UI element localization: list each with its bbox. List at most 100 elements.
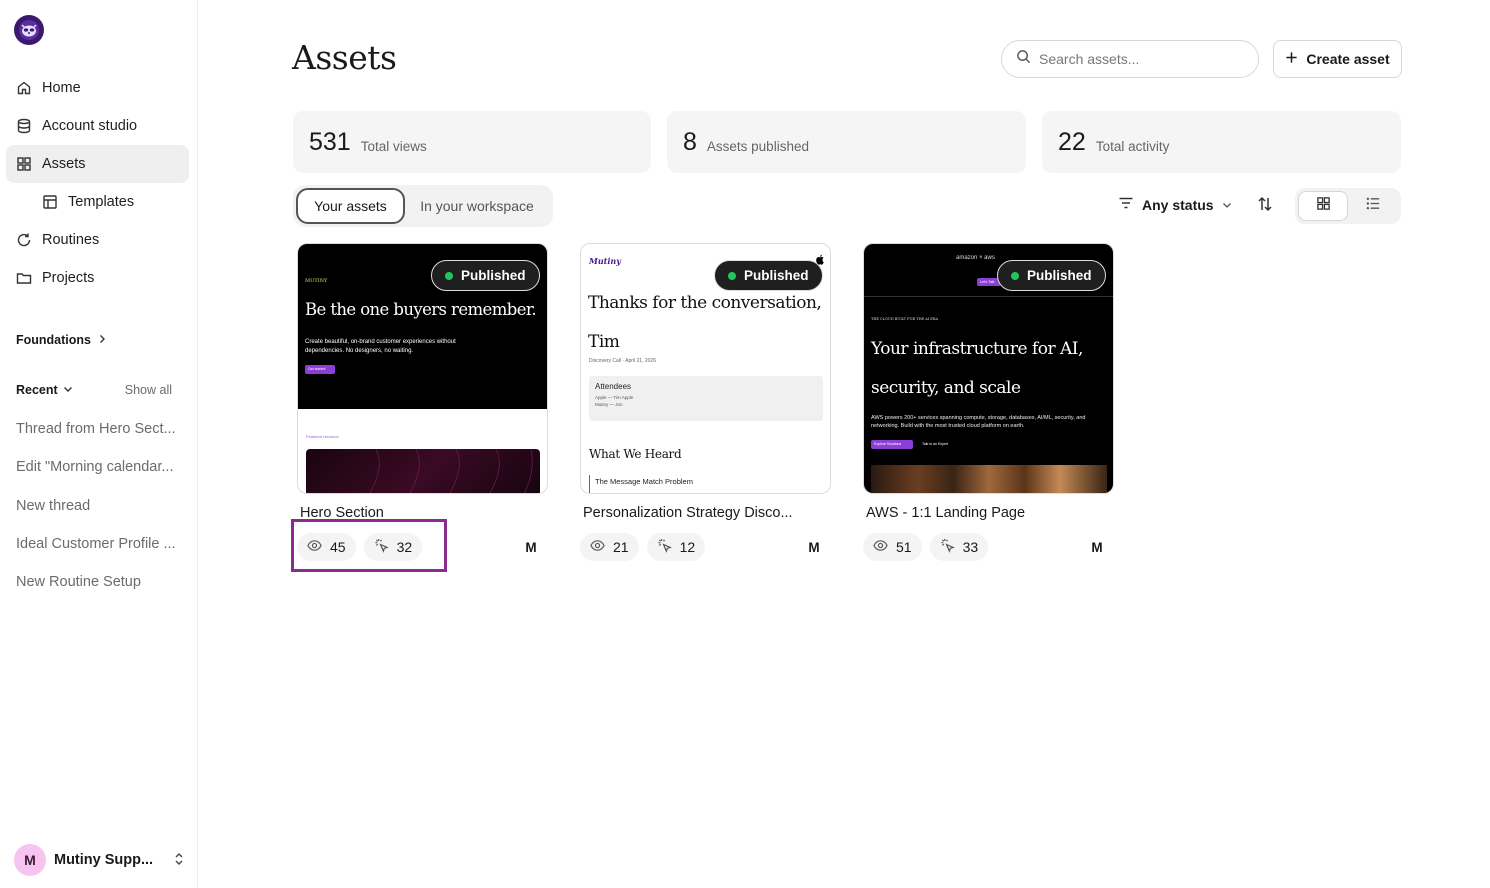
attendee-line: Mutiny — Jon xyxy=(595,402,623,407)
page-title: Assets xyxy=(292,38,397,77)
thumbnail-brand: MUTINY xyxy=(305,278,328,284)
grid-icon xyxy=(1316,196,1331,216)
asset-title[interactable]: AWS - 1:1 Landing Page xyxy=(863,505,1113,521)
asset-title[interactable]: Hero Section xyxy=(297,505,547,521)
grid-icon xyxy=(16,156,32,172)
sidebar-item-label: Account studio xyxy=(42,118,138,134)
asset-thumbnail[interactable]: Mutiny Thanks for the conversation, Tim … xyxy=(580,243,831,494)
status-badge: Published xyxy=(997,260,1106,291)
list-icon xyxy=(1366,196,1381,216)
asset-thumbnail[interactable]: MUTINY Be the one buyers remember. Creat… xyxy=(297,243,548,494)
search-icon xyxy=(1016,49,1031,69)
thumbnail-cta-primary: Explore Solutions xyxy=(871,440,913,449)
asset-card[interactable]: Mutiny Thanks for the conversation, Tim … xyxy=(580,243,831,561)
asset-thumbnail[interactable]: amazon × aws Let's Talk THE CLOUD BUILT … xyxy=(863,243,1114,494)
recent-toggle[interactable]: Recent xyxy=(16,383,73,397)
search-input[interactable] xyxy=(1039,51,1239,67)
view-mode-toggle xyxy=(1295,188,1401,224)
create-asset-button[interactable]: Create asset xyxy=(1273,40,1402,78)
recent-item[interactable]: Thread from Hero Sect... xyxy=(16,410,184,448)
avatar: M xyxy=(14,844,46,876)
recent-item[interactable]: Ideal Customer Profile ... xyxy=(16,525,184,563)
sidebar-item-label: Projects xyxy=(42,270,95,286)
thumbnail-cta: Get started xyxy=(305,365,335,374)
layout-icon xyxy=(42,194,58,210)
list-view-button[interactable] xyxy=(1348,191,1398,221)
owner-avatar: M xyxy=(808,539,820,555)
views-value: 51 xyxy=(896,539,912,555)
thumbnail-photo xyxy=(871,465,1107,493)
sidebar-item-home[interactable]: Home xyxy=(6,69,189,107)
stat-label: Total views xyxy=(360,138,427,154)
recent-item[interactable]: Edit "Morning calendar... xyxy=(16,448,184,486)
clicks-count: 33 xyxy=(929,533,989,561)
owner-avatar: M xyxy=(525,539,537,555)
refresh-icon xyxy=(16,232,32,248)
plus-icon xyxy=(1285,51,1298,67)
sidebar-item-assets[interactable]: Assets xyxy=(6,145,189,183)
app-root: Home Account studio Assets Templates Rou… xyxy=(0,0,1490,888)
clicks-value: 33 xyxy=(962,539,979,555)
database-icon xyxy=(16,118,32,134)
clicks-count: 12 xyxy=(646,533,706,561)
chevron-down-icon xyxy=(63,383,73,397)
views-value: 45 xyxy=(330,539,346,555)
grid-view-button[interactable] xyxy=(1298,191,1348,221)
sidebar-item-projects[interactable]: Projects xyxy=(6,259,189,297)
status-dot xyxy=(445,271,453,280)
status-label: Published xyxy=(744,268,809,283)
recent-header: Recent Show all xyxy=(16,383,172,397)
chevron-right-icon xyxy=(97,333,107,347)
sort-icon xyxy=(1257,196,1273,217)
asset-card[interactable]: MUTINY Be the one buyers remember. Creat… xyxy=(297,243,548,561)
user-name: Mutiny Supp... xyxy=(54,852,154,868)
cursor-click-icon xyxy=(374,538,389,556)
sidebar-item-label: Routines xyxy=(42,232,100,248)
foundations-section[interactable]: Foundations xyxy=(16,333,107,347)
thumbnail-body: Create beautiful, on-brand customer expe… xyxy=(305,339,456,354)
status-label: Published xyxy=(1027,268,1092,283)
eye-icon xyxy=(590,538,605,556)
sidebar-item-templates[interactable]: Templates xyxy=(6,183,189,221)
show-all-link[interactable]: Show all xyxy=(125,383,172,397)
sidebar-item-label: Home xyxy=(42,80,81,96)
thumbnail-featured-image xyxy=(306,449,540,493)
thumbnail-headline: Be the one buyers remember. xyxy=(305,300,537,319)
search-box[interactable] xyxy=(1001,40,1259,78)
stat-value: 8 xyxy=(683,127,697,156)
sidebar-item-label: Templates xyxy=(68,194,135,210)
recent-item[interactable]: New Routine Setup xyxy=(16,563,184,601)
raccoon-logo-icon xyxy=(19,20,39,40)
recent-item[interactable]: New thread xyxy=(16,487,184,525)
thumbnail-section-heading: What We Heard xyxy=(589,447,682,461)
status-dot xyxy=(728,271,736,280)
recent-label: Recent xyxy=(16,383,58,397)
stat-total-views: 531 Total views xyxy=(293,111,651,173)
tab-your-assets[interactable]: Your assets xyxy=(296,188,405,224)
asset-card[interactable]: amazon × aws Let's Talk THE CLOUD BUILT … xyxy=(863,243,1114,561)
sidebar: Home Account studio Assets Templates Rou… xyxy=(0,0,198,888)
user-menu[interactable]: M Mutiny Supp... xyxy=(14,844,184,876)
attendee-line: Apple — Tim Apple xyxy=(595,395,634,400)
clicks-value: 32 xyxy=(396,539,413,555)
thumbnail-meta: Discovery Call · April 21, 2026 xyxy=(589,358,656,364)
sidebar-item-account-studio[interactable]: Account studio xyxy=(6,107,189,145)
asset-title[interactable]: Personalization Strategy Disco... xyxy=(580,505,830,521)
thumbnail-attendees-box: Attendees Apple — Tim Apple Mutiny — Jon xyxy=(589,376,823,421)
status-filter-dropdown[interactable]: Any status xyxy=(1118,196,1232,213)
app-logo[interactable] xyxy=(14,15,44,45)
sort-button[interactable] xyxy=(1254,196,1276,216)
recent-list: Thread from Hero Sect... Edit "Morning c… xyxy=(16,410,184,601)
stat-assets-published: 8 Assets published xyxy=(667,111,1026,173)
thumbnail-body: AWS powers 200+ services spanning comput… xyxy=(871,415,1086,429)
thumbnail-featured-label: Featured resource xyxy=(306,434,339,439)
sidebar-item-routines[interactable]: Routines xyxy=(6,221,189,259)
folder-icon xyxy=(16,270,32,286)
tab-in-your-workspace[interactable]: In your workspace xyxy=(405,188,549,224)
thumbnail-headline: Thanks for the conversation, Tim xyxy=(588,293,822,352)
chevron-down-icon xyxy=(1222,197,1232,213)
clicks-count: 32 xyxy=(363,533,423,561)
status-label: Published xyxy=(461,268,526,283)
stat-value: 531 xyxy=(309,127,351,156)
clicks-value: 12 xyxy=(679,539,696,555)
